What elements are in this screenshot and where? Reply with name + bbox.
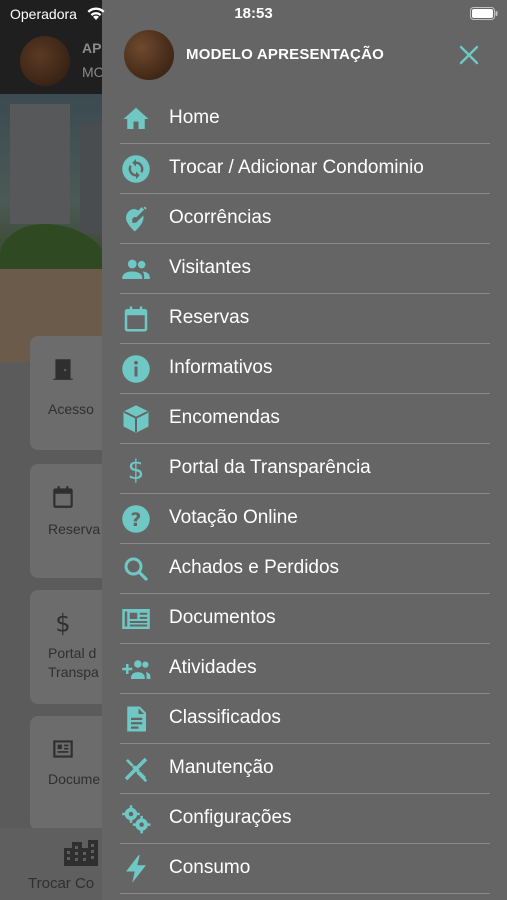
menu-item-label: Consumo xyxy=(169,857,251,878)
background-card-label: Transpa xyxy=(48,664,99,680)
background-card-label: Reserva xyxy=(48,521,101,537)
group-add-icon xyxy=(122,660,151,679)
gears-icon xyxy=(122,805,151,834)
menu-item-label: Achados e Perdidos xyxy=(169,557,340,578)
menu-item-label: Trocar / Adicionar Condominio xyxy=(169,157,424,178)
menu-item-label: Ocorrências xyxy=(169,207,272,228)
document-icon xyxy=(53,740,73,758)
menu-item-atividades[interactable]: Atividades xyxy=(120,644,490,694)
calendar-icon xyxy=(124,306,148,332)
dollar-icon: $ xyxy=(55,610,70,636)
background-bottom-label: Trocar Co xyxy=(28,875,95,892)
drawer-menu: Home Trocar / Adicionar Condominio Ocorr… xyxy=(120,94,490,894)
menu-item-achados-perdidos[interactable]: Achados e Perdidos xyxy=(120,544,490,594)
battery-icon xyxy=(470,7,498,20)
avatar xyxy=(124,30,174,80)
menu-item-label: Visitantes xyxy=(169,257,252,278)
search-icon xyxy=(124,557,148,581)
avatar xyxy=(20,36,70,86)
clock: 18:53 xyxy=(234,5,273,22)
menu-item-label: Votação Online xyxy=(169,507,298,528)
svg-text:$: $ xyxy=(55,610,70,636)
sync-icon xyxy=(122,155,150,183)
document-icon xyxy=(127,706,146,732)
status-bar: Operadora 18:53 xyxy=(0,0,507,28)
menu-item-encomendas[interactable]: Encomendas xyxy=(120,394,490,444)
menu-item-label: Encomendas xyxy=(169,407,280,428)
svg-text:?: ? xyxy=(131,510,142,531)
calendar-icon xyxy=(53,486,73,508)
background-header-title: AP xyxy=(82,40,102,56)
newspaper-icon xyxy=(122,609,150,629)
dollar-icon: $ xyxy=(128,456,145,484)
menu-item-consumo[interactable]: Consumo xyxy=(120,844,490,894)
menu-item-informativos[interactable]: Informativos xyxy=(120,344,490,394)
menu-item-label: Atividades xyxy=(169,657,257,678)
menu-item-ocorrencias[interactable]: Ocorrências xyxy=(120,194,490,244)
menu-item-portal-transparencia[interactable]: $ Portal da Transparência xyxy=(120,444,490,494)
menu-item-trocar-condominio[interactable]: Trocar / Adicionar Condominio xyxy=(120,144,490,194)
package-icon xyxy=(123,405,149,433)
info-icon xyxy=(122,355,150,383)
menu-item-label: Documentos xyxy=(169,607,276,628)
menu-item-configuracoes[interactable]: Configurações xyxy=(120,794,490,844)
menu-item-visitantes[interactable]: Visitantes xyxy=(120,244,490,294)
menu-item-manutencao[interactable]: Manutenção xyxy=(120,744,490,794)
menu-item-label: Reservas xyxy=(169,307,250,328)
background-card-label: Acesso xyxy=(48,401,94,417)
door-icon xyxy=(53,359,73,380)
home-icon xyxy=(123,107,149,129)
menu-item-documentos[interactable]: Documentos xyxy=(120,594,490,644)
bolt-icon xyxy=(126,855,146,883)
menu-item-label: Home xyxy=(169,107,220,128)
pin-edit-icon xyxy=(126,206,147,232)
menu-item-home[interactable]: Home xyxy=(120,94,490,144)
background-card-label: Docume xyxy=(48,771,101,787)
menu-item-label: Configurações xyxy=(169,807,292,828)
menu-item-label: Manutenção xyxy=(169,757,274,778)
menu-item-label: Portal da Transparência xyxy=(169,457,371,478)
buildings-icon xyxy=(64,840,98,866)
menu-item-classificados[interactable]: Classificados xyxy=(120,694,490,744)
background-card-label: Portal d xyxy=(48,645,97,661)
svg-text:$: $ xyxy=(128,456,145,484)
menu-item-label: Classificados xyxy=(169,707,281,728)
close-icon[interactable] xyxy=(454,40,484,70)
menu-item-votacao-online[interactable]: ? Votação Online xyxy=(120,494,490,544)
drawer-title: MODELO APRESENTAÇÃO xyxy=(186,46,384,63)
menu-item-reservas[interactable]: Reservas xyxy=(120,294,490,344)
menu-item-label: Informativos xyxy=(169,357,273,378)
tools-icon xyxy=(124,757,148,783)
people-icon xyxy=(122,259,150,279)
navigation-drawer: MODELO APRESENTAÇÃO Home Trocar / Adicio… xyxy=(102,0,507,900)
help-icon: ? xyxy=(122,505,150,533)
